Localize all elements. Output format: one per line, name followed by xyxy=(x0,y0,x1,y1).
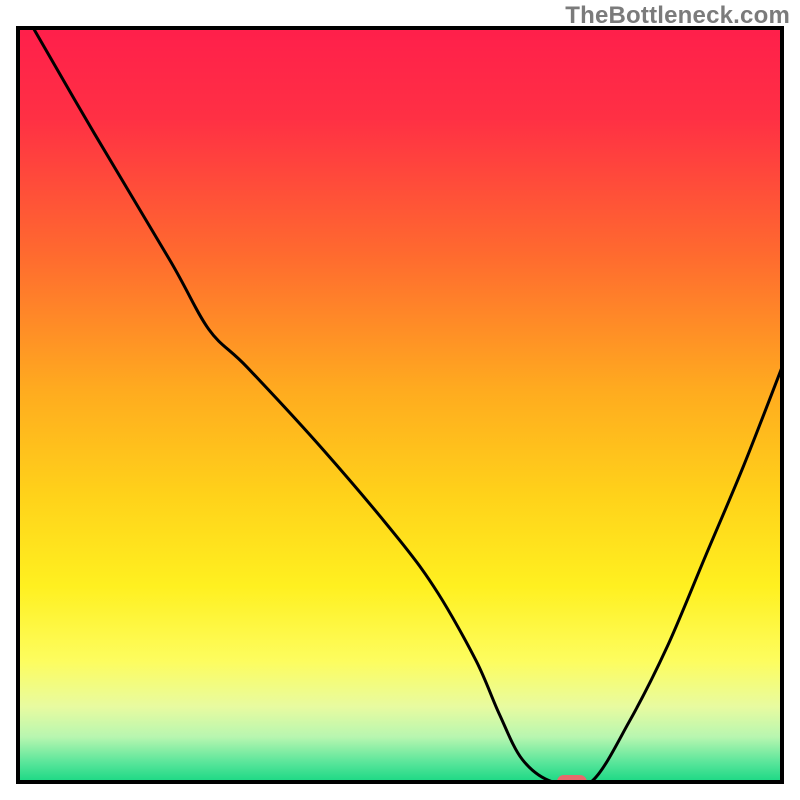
watermark-text: TheBottleneck.com xyxy=(565,2,790,30)
chart-frame: TheBottleneck.com xyxy=(0,0,800,800)
gradient-background xyxy=(18,28,782,782)
bottleneck-chart xyxy=(0,0,800,800)
